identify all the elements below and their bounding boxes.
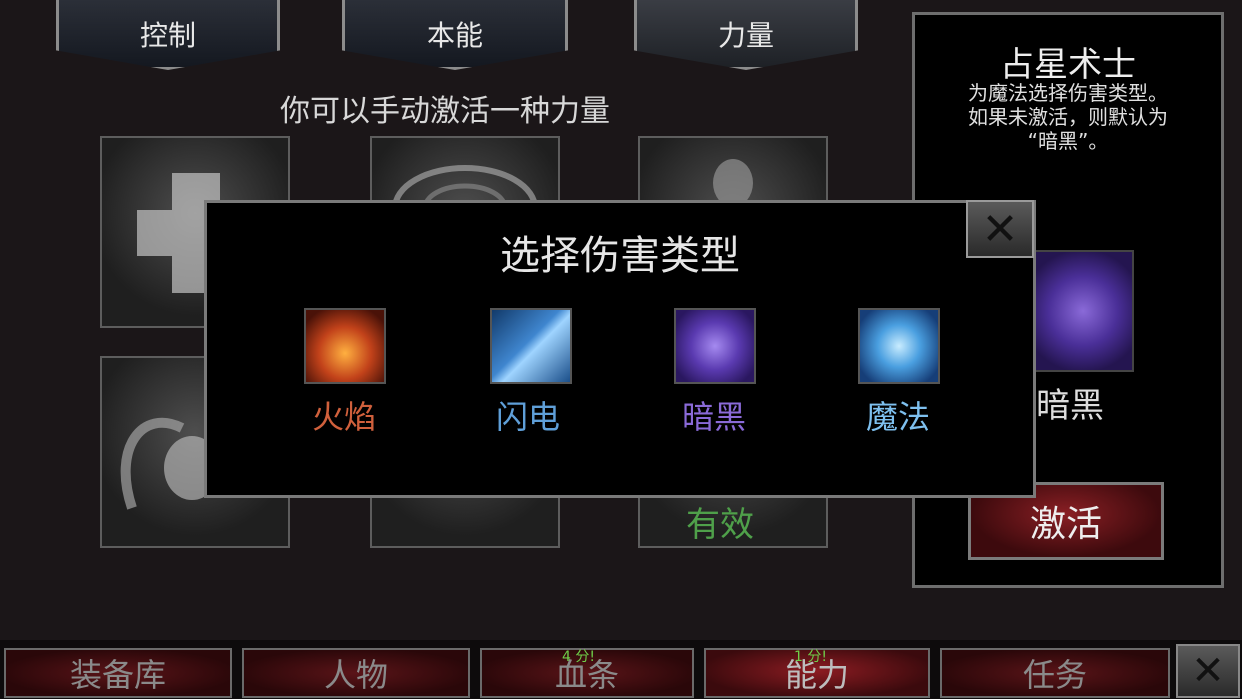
damage-option-magic[interactable]: 魔法	[866, 392, 930, 438]
dialog-title: 选择伤害类型	[500, 233, 740, 279]
fire-icon[interactable]	[304, 308, 386, 384]
tab-character-label: 人物	[323, 656, 388, 694]
damage-option-dark[interactable]: 暗黑	[682, 392, 746, 438]
dialog-close-glyph: ✕	[981, 203, 1019, 255]
dark-icon	[1032, 250, 1134, 372]
health-points-badge: 4 分!	[562, 649, 595, 665]
activate-label: 激活	[1029, 504, 1102, 545]
tab-instinct[interactable]: 本能	[342, 0, 568, 70]
selected-damage-type: 暗黑	[1036, 386, 1104, 426]
tab-control-label: 控制	[139, 19, 196, 52]
damage-option-fire[interactable]: 火焰	[312, 392, 376, 438]
tab-power-label: 力量	[717, 19, 774, 52]
tab-quests[interactable]: 任务	[940, 648, 1170, 698]
damage-option-lightning[interactable]: 闪电	[496, 392, 560, 438]
magic-icon[interactable]	[858, 308, 940, 384]
tab-quests-label: 任务	[1022, 656, 1087, 694]
ability-description: 为魔法选择伤害类型。 如果未激活，则默认为 “暗黑”。	[968, 81, 1168, 153]
status-valid: 有效	[686, 505, 754, 545]
ability-title: 占星术士	[1000, 45, 1136, 85]
close-icon[interactable]: ✕	[966, 200, 1034, 258]
tab-character[interactable]: 人物	[242, 648, 470, 698]
tab-inventory-label: 装备库	[69, 656, 166, 694]
dark-icon[interactable]	[674, 308, 756, 384]
tab-instinct-label: 本能	[426, 19, 483, 52]
tab-control[interactable]: 控制	[56, 0, 280, 70]
lightning-icon[interactable]	[490, 308, 572, 384]
tab-power[interactable]: 力量	[634, 0, 858, 70]
activation-hint: 你可以手动激活一种力量	[280, 94, 610, 129]
tab-inventory[interactable]: 装备库	[4, 648, 232, 698]
ability-points-badge: 1 分!	[794, 649, 827, 665]
close-icon[interactable]: ✕	[1176, 644, 1240, 698]
bottom-close-glyph: ✕	[1191, 648, 1225, 694]
